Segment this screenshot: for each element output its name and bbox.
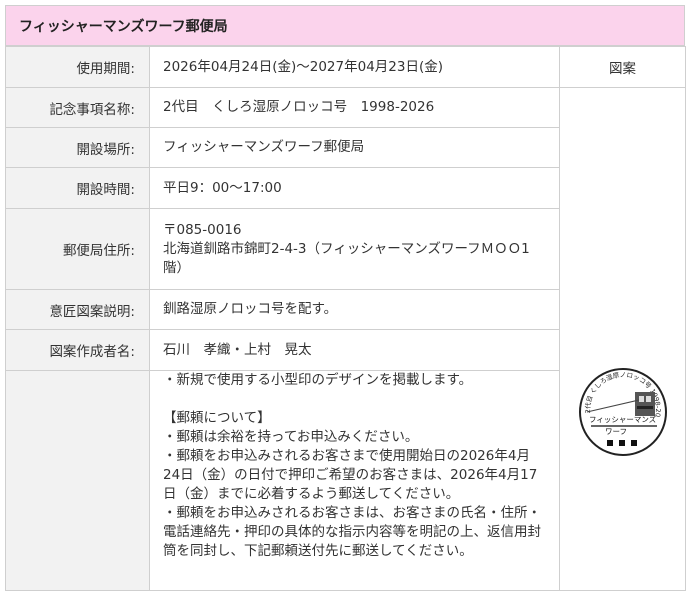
stamp-details-table: 使用期間: 2026年04月24日(金)～2027年04月23日(金) 図案 記…	[5, 46, 686, 591]
address-zip: 〒085-0016	[163, 221, 242, 238]
address-line: 北海道釧路市錦町2-4-3（フィッシャーマンズワーフＭＯＯ1階）	[163, 240, 530, 276]
design-value: 釧路湿原ノロッコ号を配す。	[149, 289, 560, 330]
notes-item: ・郵頼をお申込みされるお客さまで使用開始日の2026年4月24日（金）の日付で押…	[163, 448, 538, 502]
figure-header: 図案	[559, 46, 686, 88]
stamp-image: 2代目 くしろ湿原ノロッコ号 1998-2026 フィッシャーマンズ ワーフ	[574, 360, 669, 462]
event-label: 記念事項名称:	[5, 87, 150, 128]
stamp-sub-text: ワーフ	[605, 427, 627, 436]
commemorative-stamp-icon: 2代目 くしろ湿原ノロッコ号 1998-2026 フィッシャーマンズ ワーフ	[574, 360, 667, 456]
author-value: 石川 孝織・上村 晃太	[149, 329, 560, 371]
stamp-figure-cell: 2代目 くしろ湿原ノロッコ号 1998-2026 フィッシャーマンズ ワーフ	[559, 87, 686, 591]
notes-cell: ・新規で使用する小型印のデザインを掲載します。 【郵頼について】 ・郵頼は余裕を…	[149, 370, 560, 591]
notes-item: ・郵頼は余裕を持ってお申込みください。	[163, 429, 419, 445]
design-label: 意匠図案説明:	[5, 289, 150, 330]
notes-intro: ・新規で使用する小型印のデザインを掲載します。	[163, 372, 473, 388]
period-value: 2026年04月24日(金)～2027年04月23日(金)	[149, 46, 560, 88]
place-value: フィッシャーマンズワーフ郵便局	[149, 127, 560, 168]
address-label: 郵便局住所:	[5, 208, 150, 290]
stamp-info-panel: フィッシャーマンズワーフ郵便局 使用期間: 2026年04月24日(金)～202…	[5, 5, 686, 591]
stamp-main-text: フィッシャーマンズ	[589, 414, 657, 424]
notes-heading: 【郵頼について】	[163, 410, 271, 426]
address-value: 〒085-0016 北海道釧路市錦町2-4-3（フィッシャーマンズワーフＭＯＯ1…	[149, 208, 560, 290]
table-row: 使用期間: 2026年04月24日(金)～2027年04月23日(金) 図案	[5, 46, 686, 88]
notes-item: ・郵頼をお申込みされるお客さまは、お客さまの氏名・住所・電話連絡先・押印の具体的…	[163, 505, 541, 559]
period-label: 使用期間:	[5, 46, 150, 88]
hours-label: 開設時間:	[5, 167, 150, 209]
author-label: 図案作成者名:	[5, 329, 150, 371]
hours-value: 平日9：00～17:00	[149, 167, 560, 209]
event-value: 2代目 くしろ湿原ノロッコ号 1998-2026	[149, 87, 560, 128]
place-label: 開設場所:	[5, 127, 150, 168]
post-office-title: フィッシャーマンズワーフ郵便局	[5, 5, 685, 46]
notes-label	[5, 370, 150, 591]
table-row: 記念事項名称: 2代目 くしろ湿原ノロッコ号 1998-2026 2代目 くしろ…	[5, 87, 686, 591]
